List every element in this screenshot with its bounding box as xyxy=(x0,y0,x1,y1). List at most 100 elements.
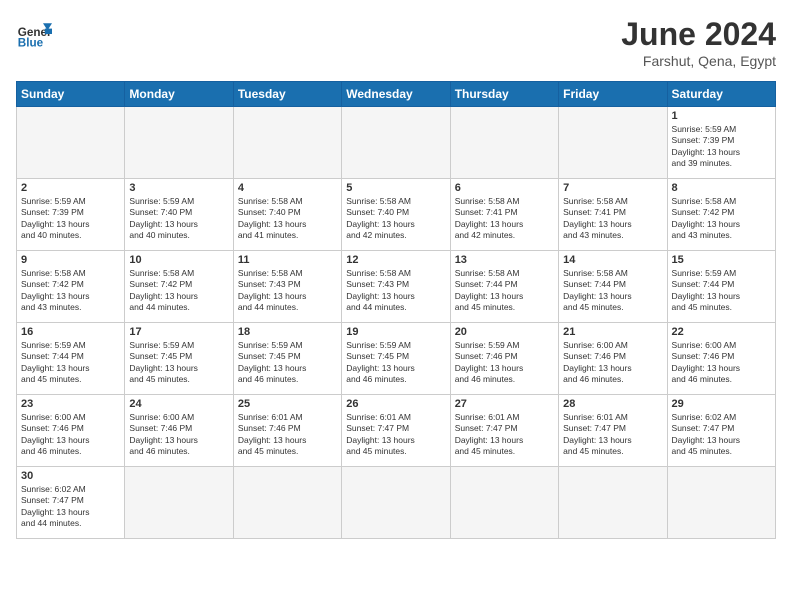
calendar-cell xyxy=(559,107,667,179)
day-info: Sunrise: 5:58 AMSunset: 7:42 PMDaylight:… xyxy=(21,268,120,314)
day-number: 29 xyxy=(672,398,771,410)
day-info: Sunrise: 6:01 AMSunset: 7:46 PMDaylight:… xyxy=(238,412,337,458)
calendar-cell: 4Sunrise: 5:58 AMSunset: 7:40 PMDaylight… xyxy=(233,179,341,251)
day-info: Sunrise: 5:59 AMSunset: 7:46 PMDaylight:… xyxy=(455,340,554,386)
day-number: 24 xyxy=(129,398,228,410)
day-number: 20 xyxy=(455,326,554,338)
day-info: Sunrise: 6:02 AMSunset: 7:47 PMDaylight:… xyxy=(21,484,120,530)
weekday-header-wednesday: Wednesday xyxy=(342,82,450,107)
location-subtitle: Farshut, Qena, Egypt xyxy=(621,53,776,69)
day-info: Sunrise: 5:58 AMSunset: 7:41 PMDaylight:… xyxy=(455,196,554,242)
weekday-header-tuesday: Tuesday xyxy=(233,82,341,107)
weekday-header-saturday: Saturday xyxy=(667,82,775,107)
calendar-cell: 19 Sunrise: 5:59 AMSunset: 7:45 PMDayligh… xyxy=(342,323,450,395)
calendar-cell: 2Sunrise: 5:59 AMSunset: 7:39 PMDaylight… xyxy=(17,179,125,251)
day-number: 18 xyxy=(238,326,337,338)
day-info: Sunrise: 6:02 AMSunset: 7:47 PMDaylight:… xyxy=(672,412,771,458)
day-info: Sunrise: 6:01 AMSunset: 7:47 PMDaylight:… xyxy=(563,412,662,458)
calendar-row: 16Sunrise: 5:59 AMSunset: 7:44 PMDayligh… xyxy=(17,323,776,395)
calendar-cell xyxy=(450,107,558,179)
day-info: Sunrise: 5:59 AMSunset: 7:45 PMDaylight:… xyxy=(346,340,445,386)
weekday-header-row: SundayMondayTuesdayWednesdayThursdayFrid… xyxy=(17,82,776,107)
calendar-cell: 12 Sunrise: 5:58 AMSunset: 7:43 PMDayligh… xyxy=(342,251,450,323)
day-number: 19 xyxy=(346,326,445,338)
day-number: 6 xyxy=(455,182,554,194)
day-number: 21 xyxy=(563,326,662,338)
calendar-cell: 14Sunrise: 5:58 AMSunset: 7:44 PMDayligh… xyxy=(559,251,667,323)
day-number: 1 xyxy=(672,110,771,122)
calendar-cell: 23Sunrise: 6:00 AMSunset: 7:46 PMDayligh… xyxy=(17,395,125,467)
day-info: Sunrise: 5:59 AMSunset: 7:45 PMDaylight:… xyxy=(129,340,228,386)
calendar-cell xyxy=(125,107,233,179)
calendar-row: 9 Sunrise: 5:58 AMSunset: 7:42 PMDaylight… xyxy=(17,251,776,323)
day-number: 10 xyxy=(129,254,228,266)
day-info: Sunrise: 5:58 AMSunset: 7:40 PMDaylight:… xyxy=(238,196,337,242)
day-info: Sunrise: 6:01 AMSunset: 7:47 PMDaylight:… xyxy=(346,412,445,458)
calendar-cell xyxy=(17,107,125,179)
day-number: 14 xyxy=(563,254,662,266)
calendar-cell xyxy=(450,467,558,539)
calendar-cell: 15Sunrise: 5:59 AMSunset: 7:44 PMDayligh… xyxy=(667,251,775,323)
day-number: 3 xyxy=(129,182,228,194)
day-info: Sunrise: 5:58 AMSunset: 7:42 PMDaylight:… xyxy=(672,196,771,242)
day-info: Sunrise: 5:59 AMSunset: 7:44 PMDaylight:… xyxy=(21,340,120,386)
title-area: June 2024 Farshut, Qena, Egypt xyxy=(621,16,776,69)
calendar-cell: 17 Sunrise: 5:59 AMSunset: 7:45 PMDayligh… xyxy=(125,323,233,395)
day-number: 5 xyxy=(346,182,445,194)
calendar-cell: 7 Sunrise: 5:58 AMSunset: 7:41 PMDaylight… xyxy=(559,179,667,251)
calendar-cell: 16Sunrise: 5:59 AMSunset: 7:44 PMDayligh… xyxy=(17,323,125,395)
calendar-cell xyxy=(233,107,341,179)
calendar-row: 2Sunrise: 5:59 AMSunset: 7:39 PMDaylight… xyxy=(17,179,776,251)
day-number: 12 xyxy=(346,254,445,266)
calendar-cell: 9 Sunrise: 5:58 AMSunset: 7:42 PMDaylight… xyxy=(17,251,125,323)
day-info: Sunrise: 5:58 AMSunset: 7:42 PMDaylight:… xyxy=(129,268,228,314)
calendar-cell xyxy=(125,467,233,539)
day-info: Sunrise: 5:58 AMSunset: 7:44 PMDaylight:… xyxy=(455,268,554,314)
day-info: Sunrise: 5:59 AMSunset: 7:44 PMDaylight:… xyxy=(672,268,771,314)
day-number: 9 xyxy=(21,254,120,266)
calendar-cell xyxy=(342,467,450,539)
calendar-cell xyxy=(559,467,667,539)
logo: General Blue xyxy=(16,16,52,52)
calendar-cell: 5 Sunrise: 5:58 AMSunset: 7:40 PMDaylight… xyxy=(342,179,450,251)
weekday-header-thursday: Thursday xyxy=(450,82,558,107)
calendar-cell: 29 Sunrise: 6:02 AMSunset: 7:47 PMDayligh… xyxy=(667,395,775,467)
calendar-cell: 8 Sunrise: 5:58 AMSunset: 7:42 PMDaylight… xyxy=(667,179,775,251)
calendar-cell: 21 Sunrise: 6:00 AMSunset: 7:46 PMDayligh… xyxy=(559,323,667,395)
calendar-cell: 11Sunrise: 5:58 AMSunset: 7:43 PMDayligh… xyxy=(233,251,341,323)
calendar-cell: 22Sunrise: 6:00 AMSunset: 7:46 PMDayligh… xyxy=(667,323,775,395)
day-info: Sunrise: 6:01 AMSunset: 7:47 PMDaylight:… xyxy=(455,412,554,458)
day-number: 30 xyxy=(21,470,120,482)
day-number: 27 xyxy=(455,398,554,410)
calendar-cell xyxy=(667,467,775,539)
day-info: Sunrise: 5:58 AMSunset: 7:40 PMDaylight:… xyxy=(346,196,445,242)
day-number: 7 xyxy=(563,182,662,194)
calendar-cell xyxy=(342,107,450,179)
calendar-row: 30 Sunrise: 6:02 AMSunset: 7:47 PMDayligh… xyxy=(17,467,776,539)
day-number: 23 xyxy=(21,398,120,410)
day-info: Sunrise: 6:00 AMSunset: 7:46 PMDaylight:… xyxy=(672,340,771,386)
calendar-cell: 20 Sunrise: 5:59 AMSunset: 7:46 PMDayligh… xyxy=(450,323,558,395)
logo-icon: General Blue xyxy=(16,16,52,52)
calendar-row: 23 Sunrise: 6:00 AMSunset: 7:46 PMDayligh… xyxy=(17,395,776,467)
day-number: 11 xyxy=(238,254,337,266)
day-info: Sunrise: 5:58 AMSunset: 7:43 PMDaylight:… xyxy=(346,268,445,314)
day-number: 8 xyxy=(672,182,771,194)
day-info: Sunrise: 6:00 AMSunset: 7:46 PMDaylight:… xyxy=(129,412,228,458)
day-info: Sunrise: 6:00 AMSunset: 7:46 PMDaylight:… xyxy=(563,340,662,386)
calendar-table: SundayMondayTuesdayWednesdayThursdayFrid… xyxy=(16,81,776,539)
calendar-cell: 13Sunrise: 5:58 AMSunset: 7:44 PMDayligh… xyxy=(450,251,558,323)
day-info: Sunrise: 5:59 AMSunset: 7:45 PMDaylight:… xyxy=(238,340,337,386)
day-info: Sunrise: 5:59 AMSunset: 7:39 PMDaylight:… xyxy=(21,196,120,242)
day-number: 17 xyxy=(129,326,228,338)
calendar-cell: 24 Sunrise: 6:00 AMSunset: 7:46 PMDayligh… xyxy=(125,395,233,467)
calendar-cell: 18 Sunrise: 5:59 AMSunset: 7:45 PMDayligh… xyxy=(233,323,341,395)
page-header: General Blue June 2024 Farshut, Qena, Eg… xyxy=(16,16,776,69)
day-info: Sunrise: 5:58 AMSunset: 7:41 PMDaylight:… xyxy=(563,196,662,242)
calendar-cell: 1Sunrise: 5:59 AMSunset: 7:39 PMDaylight… xyxy=(667,107,775,179)
day-info: Sunrise: 5:59 AMSunset: 7:40 PMDaylight:… xyxy=(129,196,228,242)
calendar-cell: 26Sunrise: 6:01 AMSunset: 7:47 PMDayligh… xyxy=(342,395,450,467)
calendar-cell: 10 Sunrise: 5:58 AMSunset: 7:42 PMDayligh… xyxy=(125,251,233,323)
calendar-cell xyxy=(233,467,341,539)
calendar-row: 1Sunrise: 5:59 AMSunset: 7:39 PMDaylight… xyxy=(17,107,776,179)
